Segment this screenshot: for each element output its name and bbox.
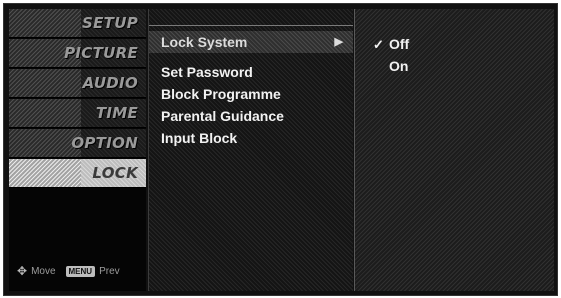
option-icon bbox=[9, 129, 81, 157]
tab-picture[interactable]: PICTURE bbox=[9, 39, 146, 68]
audio-icon bbox=[9, 69, 81, 97]
menu-item-block-programme[interactable]: Block Programme bbox=[161, 86, 281, 102]
tab-option[interactable]: OPTION bbox=[9, 129, 146, 158]
move-label: Move bbox=[31, 265, 56, 277]
checkmark-icon: ✓ bbox=[373, 37, 384, 52]
tab-label: AUDIO bbox=[82, 74, 138, 92]
option-off[interactable]: ✓ Off bbox=[373, 36, 409, 53]
tab-label: PICTURE bbox=[64, 44, 138, 62]
move-icon: ✥ bbox=[17, 264, 28, 278]
menu-item-set-password[interactable]: Set Password bbox=[161, 64, 253, 80]
divider bbox=[149, 25, 353, 26]
tab-label: TIME bbox=[95, 104, 138, 122]
lock-submenu: Lock System ▶ Set Password Block Program… bbox=[148, 9, 353, 291]
tab-lock[interactable]: LOCK bbox=[9, 159, 146, 188]
menu-item-input-block[interactable]: Input Block bbox=[161, 130, 237, 146]
tab-setup[interactable]: SETUP bbox=[9, 9, 146, 38]
tab-label: OPTION bbox=[71, 134, 138, 152]
lock-icon bbox=[9, 159, 81, 187]
time-icon bbox=[9, 99, 81, 127]
menu-item-parental-guidance[interactable]: Parental Guidance bbox=[161, 108, 284, 124]
navigation-hint: ✥ Move MENU Prev bbox=[17, 263, 149, 279]
prev-label: Prev bbox=[99, 265, 120, 277]
menu-item-label: Lock System bbox=[161, 34, 248, 50]
arrow-right-icon: ▶ bbox=[334, 36, 343, 48]
option-label: On bbox=[389, 58, 409, 74]
lock-system-options: ✓ Off On bbox=[354, 9, 554, 291]
setup-icon bbox=[9, 9, 81, 37]
option-on[interactable]: On bbox=[373, 58, 408, 74]
menu-key-icon: MENU bbox=[65, 265, 96, 277]
tv-menu-screen: SETUP PICTURE AUDIO TIME OPTION LOCK ✥ M… bbox=[3, 3, 558, 296]
tab-label: LOCK bbox=[92, 164, 138, 182]
menu-item-lock-system[interactable]: Lock System ▶ bbox=[149, 31, 353, 53]
main-menu-tabs: SETUP PICTURE AUDIO TIME OPTION LOCK ✥ M… bbox=[9, 9, 146, 291]
tab-audio[interactable]: AUDIO bbox=[9, 69, 146, 98]
tab-time[interactable]: TIME bbox=[9, 99, 146, 128]
option-label: Off bbox=[389, 36, 410, 52]
tab-label: SETUP bbox=[82, 14, 138, 32]
